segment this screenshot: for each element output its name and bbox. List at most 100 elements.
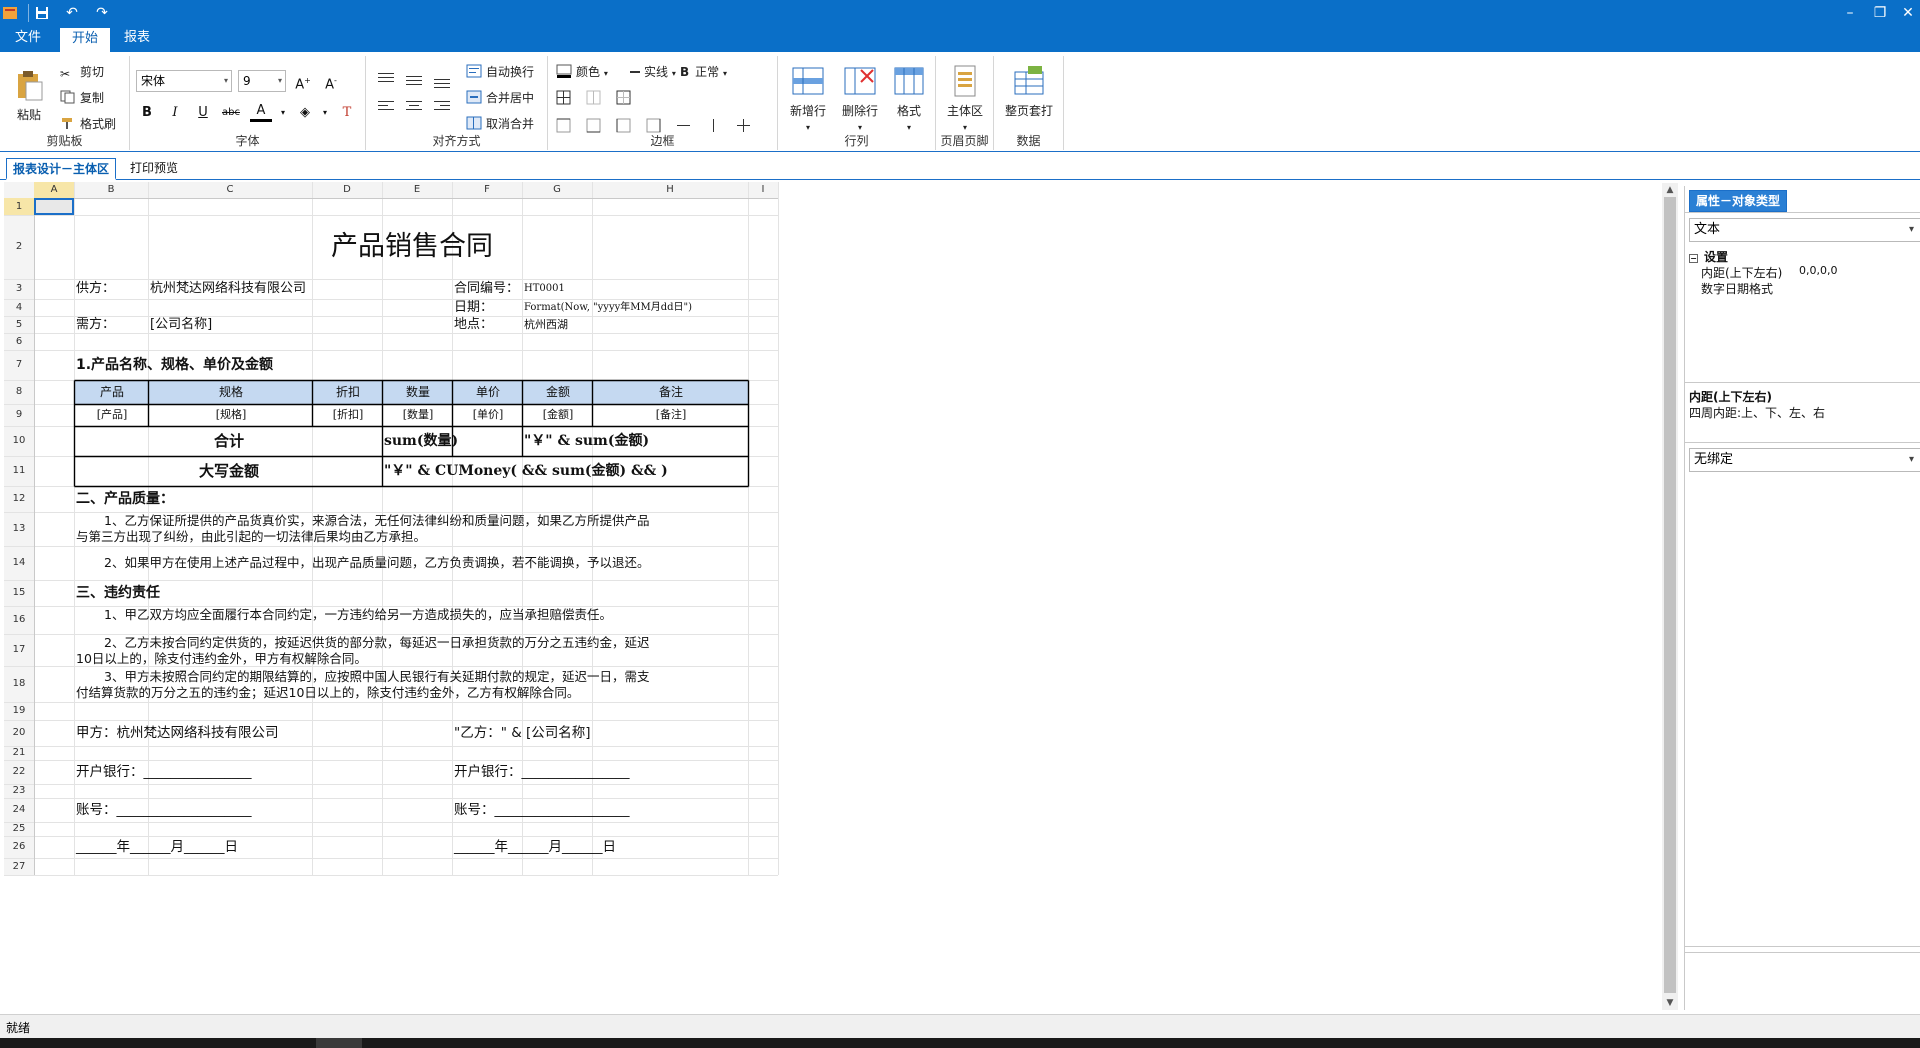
tab-print-preview[interactable]: 打印预览 [124,158,184,180]
column-header[interactable]: C [148,184,312,195]
binding-select[interactable]: 无绑定 ▾ [1689,448,1920,472]
row-header[interactable]: 1 [4,198,34,215]
format-painter-button[interactable]: 格式刷 [60,114,116,134]
place-label[interactable]: 地点： [454,316,522,333]
row-header[interactable]: 22 [4,760,34,784]
row-header[interactable]: 20 [4,720,34,746]
row-header[interactable]: 19 [4,702,34,720]
align-bottom-icon[interactable] [432,70,452,90]
scrollbar-thumb[interactable] [1664,197,1676,993]
row-header[interactable]: 17 [4,634,34,666]
merge-center-button[interactable]: 合并居中 [466,88,534,108]
row-header[interactable]: 7 [4,350,34,380]
font-size-select[interactable]: 9 ▾ [238,70,286,92]
section-2-title[interactable]: 二、产品质量： [76,486,748,512]
breach-3-line1[interactable]: 3、甲方未按照合同约定的期限结算的，应按照中国人民银行有关延期付款的规定，延迟一… [76,668,778,685]
row-header[interactable]: 15 [4,580,34,606]
tab-report-design[interactable]: 报表设计－主体区 [6,158,117,180]
table-header-cell[interactable]: 折扣 [314,380,382,404]
contract-no-label[interactable]: 合同编号： [454,279,522,299]
breach-2-line1[interactable]: 2、乙方未按合同约定供货的，按延迟供货的部分款，每延迟一日承担货款的万分之五违约… [76,634,778,651]
supplier-label[interactable]: 供方： [76,279,148,299]
cut-button[interactable]: ✂ 剪切 [60,62,104,82]
column-header[interactable]: A [34,182,74,198]
row-header[interactable]: 10 [4,426,34,456]
save-icon[interactable] [32,3,52,23]
breach-3-line2[interactable]: 付结算货款的万分之五的违约金；延迟10日以上的，除支付违约金外，乙方有权解除合同… [76,684,778,701]
align-middle-icon[interactable] [404,70,424,90]
format-button[interactable]: 格式 ▾ [888,64,930,133]
column-header[interactable]: I [748,184,778,195]
report-sheet[interactable]: A B C D E F G H I 1 2 3 4 5 6 7 8 9 10 11 12 13 14 15 16 17 18 19 20… [4,182,790,992]
breach-1[interactable]: 1、甲乙双方均应全面履行本合同约定，一方违约给另一方造成损失的，应当承担赔偿责任… [76,606,778,624]
delete-row-button[interactable]: 删除行 ▾ [836,64,884,133]
upper-amount-expression[interactable]: "￥" & CUMoney( && sum(金额) && ) [384,456,748,486]
table-header-cell[interactable]: 数量 [384,380,452,404]
object-type-select[interactable]: 文本 ▾ [1689,218,1920,242]
border-color-button[interactable]: 颜色 ▾ [556,62,608,82]
party-a[interactable]: 甲方：杭州梵达网络科技有限公司 [76,720,452,746]
property-panel-tab[interactable]: 属性－对象类型 [1689,190,1788,212]
row-header[interactable]: 21 [4,746,34,760]
upper-amount-label[interactable]: 大写金额 [76,456,382,486]
tab-report[interactable]: 报表 [114,26,160,52]
account-a[interactable]: 账号：____________________ [76,798,452,822]
align-right-icon[interactable] [432,98,452,118]
vertical-scrollbar[interactable]: ▲ ▼ [1662,183,1678,1010]
column-header[interactable]: B [74,184,148,195]
table-data-cell[interactable]: [折扣] [314,404,382,426]
row-header[interactable]: 9 [4,404,34,426]
clear-format-icon[interactable]: T [336,102,358,124]
row-header[interactable]: 8 [4,380,34,404]
decrease-font-icon[interactable]: A- [320,70,342,92]
table-data-cell[interactable]: [规格] [150,404,312,426]
bold-icon[interactable]: B [136,102,158,124]
table-header-cell[interactable]: 备注 [594,380,748,404]
breach-2-line2[interactable]: 10日以上的，除支付违约金外，甲方有权解除合同。 [76,650,778,667]
align-center-icon[interactable] [404,98,424,118]
row-header[interactable]: 16 [4,606,34,634]
account-b[interactable]: 账号：____________________ [454,798,778,822]
row-header[interactable]: 23 [4,784,34,798]
line-style-button[interactable]: 实线 ▾ [630,62,676,82]
supplier-name[interactable]: 杭州梵达网络科技有限公司 [150,279,382,299]
row-header[interactable]: 6 [4,333,34,350]
bank-a[interactable]: 开户银行：________________ [76,760,452,784]
undo-icon[interactable]: ↶ [62,3,82,23]
chevron-down-icon[interactable]: ▾ [314,102,336,124]
row-header[interactable]: 18 [4,666,34,702]
contract-no-value[interactable]: HT0001 [524,279,592,299]
minimize-button[interactable]: – [1834,2,1866,24]
align-left-icon[interactable] [376,98,396,118]
column-header[interactable]: D [312,184,382,195]
column-header[interactable]: E [382,184,452,195]
total-amount[interactable]: "￥" & sum(金额) [524,426,748,456]
sign-date-a[interactable]: ______年______月______日 [76,836,452,858]
unmerge-button[interactable]: 取消合并 [466,114,534,134]
font-family-select[interactable]: 宋体 ▾ [136,70,232,92]
copy-button[interactable]: 复制 [60,88,104,108]
table-data-cell[interactable]: [备注] [594,404,748,426]
prop-number-date-format-name[interactable]: 数字日期格式 [1701,280,1773,297]
fill-color-icon[interactable]: ◈ [294,102,316,124]
font-color-icon[interactable]: A [250,102,272,122]
table-header-cell[interactable]: 单价 [454,380,522,404]
column-header[interactable]: H [592,184,748,195]
row-header[interactable]: 14 [4,546,34,580]
taskbar-item[interactable] [316,1038,362,1048]
table-header-cell[interactable]: 产品 [76,380,148,404]
table-data-cell[interactable]: [金额] [524,404,592,426]
row-header[interactable]: 24 [4,798,34,822]
row-header[interactable]: 12 [4,486,34,512]
section-3-title[interactable]: 三、违约责任 [76,580,748,606]
buyer-label[interactable]: 需方： [76,316,148,333]
buyer-name[interactable]: [公司名称] [150,316,382,333]
row-header[interactable]: 27 [4,858,34,875]
scroll-down-icon[interactable]: ▼ [1662,996,1678,1010]
scroll-up-icon[interactable]: ▲ [1662,183,1678,197]
settings-section[interactable]: − 设置 [1689,248,1728,265]
column-header[interactable]: F [452,184,522,195]
row-header[interactable]: 13 [4,512,34,546]
strikethrough-icon[interactable]: abc [220,102,242,124]
table-data-cell[interactable]: [数量] [384,404,452,426]
